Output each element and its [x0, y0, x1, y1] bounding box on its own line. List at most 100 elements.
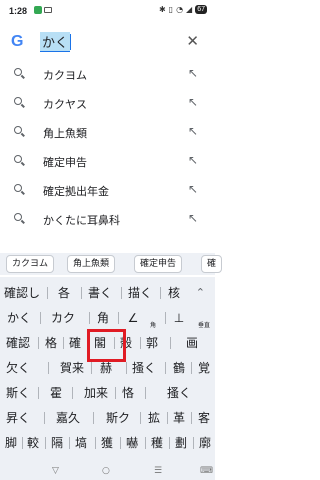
search-bar[interactable]: G かく ✕ [0, 28, 215, 56]
navigation-bar: ▽ ○ ☰ ⌨ [0, 466, 215, 480]
status-bar: 1:28 ✱ ▯ ◔ ◢ 67 [0, 0, 215, 24]
menu-icon[interactable]: ☰ [154, 466, 162, 476]
ime-candidate-panel: 確認し 各 書く 描く 核 ⌃ かく カク 角 ∠ 角 ⊥ 垂直 確認 格 確 … [0, 277, 215, 480]
fill-query-arrow-icon[interactable]: ↖ [188, 153, 198, 167]
candidate[interactable]: 加来 [82, 381, 110, 405]
candidate[interactable]: 画 [183, 331, 201, 355]
back-icon[interactable]: ▽ [52, 466, 59, 476]
fill-query-arrow-icon[interactable]: ↖ [188, 182, 198, 196]
suggestion-text: 確定拠出年金 [43, 185, 109, 198]
candidate-row: 脚 較 隔 塙 獲 嚇 穫 劃 廓 [0, 431, 215, 455]
search-icon [14, 184, 22, 192]
candidate[interactable]: 穫 [149, 431, 165, 455]
candidate[interactable]: 格 [43, 331, 59, 355]
candidate[interactable]: 隔 [49, 431, 65, 455]
candidate[interactable]: 獲 [99, 431, 115, 455]
candidate[interactable]: 脚 [3, 431, 19, 455]
search-input[interactable]: かく [40, 32, 72, 52]
sub-label: 垂直 [198, 322, 211, 329]
search-query-text: かく [40, 32, 71, 52]
candidate[interactable]: 霍 [48, 381, 64, 405]
suggestion-chips: カクヨム 角上魚類 確定申告 確 [0, 253, 223, 275]
signal-icon: ◢ [186, 5, 193, 14]
text-cursor [70, 34, 72, 50]
search-icon [14, 126, 22, 134]
candidate[interactable]: 革 [171, 406, 187, 430]
suggestion-item[interactable]: かくたに耳鼻科 ↖ [0, 205, 215, 234]
candidate[interactable]: 確 [67, 331, 83, 355]
chip[interactable]: 角上魚類 [67, 255, 116, 273]
candidate[interactable]: 角 [94, 306, 112, 330]
suggestion-text: カクヤス [43, 98, 87, 111]
candidate[interactable]: 恪 [120, 381, 136, 405]
candidate[interactable]: 劃 [173, 431, 189, 455]
candidate[interactable]: 廓 [197, 431, 213, 455]
suggestion-item[interactable]: カクヤス ↖ [0, 89, 215, 118]
suggestion-text: かくたに耳鼻科 [43, 214, 120, 227]
candidate-row: かく カク 角 ∠ 角 ⊥ 垂直 [0, 306, 215, 330]
candidate-row: 確認し 各 書く 描く 核 ⌃ [0, 281, 215, 305]
google-logo-icon: G [11, 33, 24, 50]
suggestion-item[interactable]: 確定拠出年金 ↖ [0, 176, 215, 205]
close-icon[interactable]: ✕ [186, 32, 199, 50]
messages-notification-icon [34, 6, 42, 14]
candidate[interactable]: 塙 [73, 431, 89, 455]
candidate[interactable]: 嘉久 [54, 406, 82, 430]
home-icon[interactable]: ○ [102, 466, 110, 476]
suggestion-text: 確定申告 [43, 156, 87, 169]
candidate[interactable]: 各 [52, 281, 76, 305]
chip[interactable]: カクヨム [6, 255, 55, 273]
candidate[interactable]: 嚇 [124, 431, 140, 455]
status-time: 1:28 [9, 6, 28, 16]
fill-query-arrow-icon[interactable]: ↖ [188, 211, 198, 225]
candidate[interactable]: ∠ [124, 306, 142, 330]
candidate[interactable]: 客 [196, 406, 212, 430]
wifi-icon: ◔ [176, 5, 184, 14]
fill-query-arrow-icon[interactable]: ↖ [188, 124, 198, 138]
candidate[interactable]: 斯く [4, 381, 32, 405]
candidate[interactable]: 鶴 [171, 356, 187, 380]
candidate[interactable]: 斯ク [104, 406, 132, 430]
keyboard-icon[interactable]: ⌨ [200, 466, 213, 476]
suggestion-text: 角上魚類 [43, 127, 87, 140]
suggestion-list: カクヨム ↖ カクヤス ↖ 角上魚類 ↖ 確定申告 ↖ 確定拠出年金 ↖ かくた… [0, 60, 215, 234]
suggestion-text: カクヨム [43, 69, 87, 82]
search-icon [14, 213, 22, 221]
suggestion-item[interactable]: 確定申告 ↖ [0, 147, 215, 176]
chevron-up-icon[interactable]: ⌃ [196, 281, 205, 305]
candidate-row: 斯く 霍 加来 恪 搔く [0, 381, 215, 405]
suggestion-item[interactable]: カクヨム ↖ [0, 60, 215, 89]
battery-indicator: 67 [195, 5, 207, 14]
candidate[interactable]: 確認 [4, 331, 32, 355]
bluetooth-icon: ✱ [158, 5, 166, 14]
selected-candidate-highlight [87, 329, 126, 362]
fill-query-arrow-icon[interactable]: ↖ [188, 66, 198, 80]
candidate[interactable]: カク [45, 306, 81, 330]
candidate[interactable]: 覚 [196, 356, 212, 380]
candidate[interactable]: かく [4, 306, 34, 330]
fill-query-arrow-icon[interactable]: ↖ [188, 95, 198, 109]
candidate[interactable]: 掻く [130, 356, 158, 380]
sub-label: 角 [150, 322, 157, 329]
candidate[interactable]: 賀来 [58, 356, 86, 380]
chip[interactable]: 確定申告 [134, 255, 183, 273]
candidate[interactable]: 郭 [144, 331, 160, 355]
candidate[interactable]: 描く [125, 281, 155, 305]
candidate[interactable]: 昇く [4, 406, 32, 430]
candidate-row: 昇く 嘉久 斯ク 拡 革 客 [0, 406, 215, 430]
candidate[interactable]: 書く [85, 281, 115, 305]
search-icon [14, 68, 22, 76]
candidate[interactable]: 確認し [4, 281, 40, 305]
search-icon [14, 155, 22, 163]
vibrate-icon: ▯ [168, 5, 174, 14]
candidate[interactable]: 較 [25, 431, 41, 455]
candidate[interactable]: 拡 [146, 406, 162, 430]
candidate[interactable]: 欠く [4, 356, 32, 380]
candidate[interactable]: 搔く [165, 381, 193, 405]
search-icon [14, 97, 22, 105]
suggestion-item[interactable]: 角上魚類 ↖ [0, 118, 215, 147]
candidate[interactable]: 核 [163, 281, 185, 305]
candidate[interactable]: ⊥ [170, 306, 188, 330]
chip[interactable]: 確 [201, 255, 223, 273]
notification-icon [44, 7, 52, 13]
